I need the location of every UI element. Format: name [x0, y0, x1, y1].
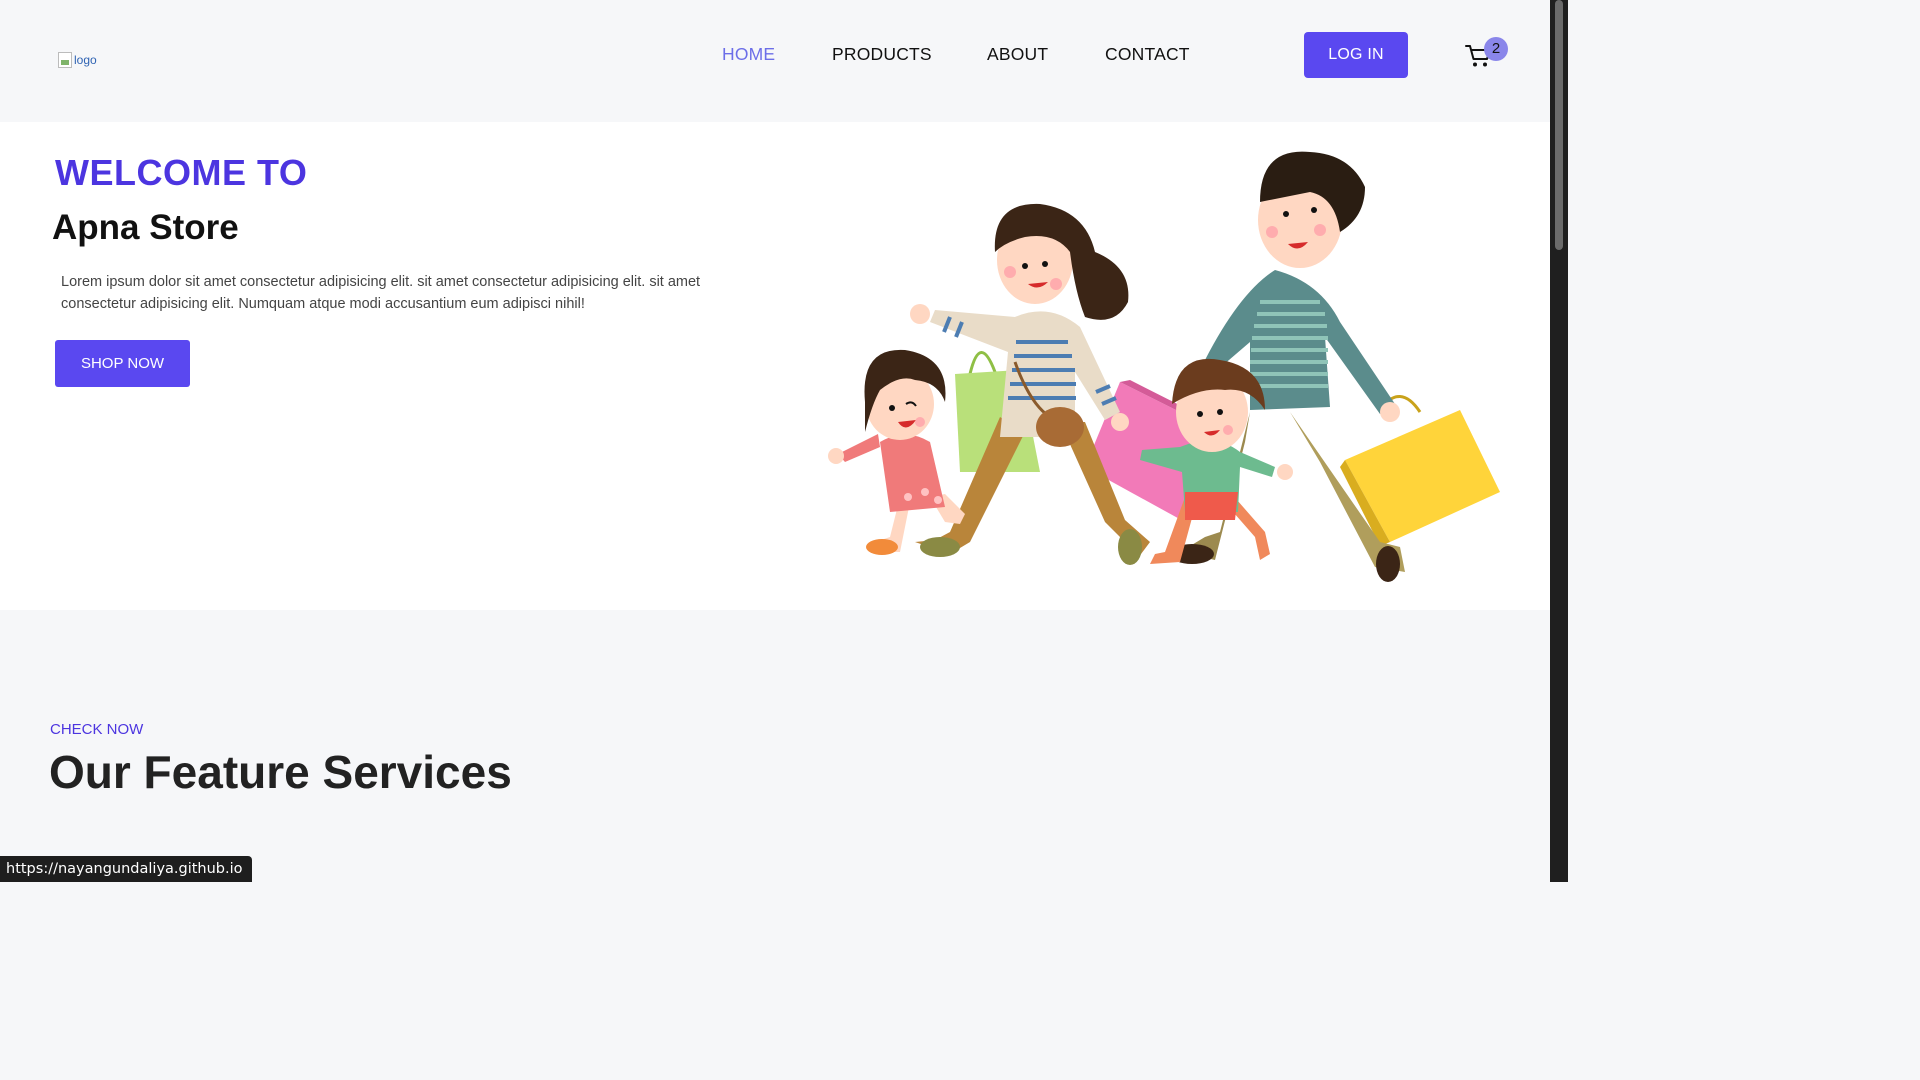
broken-image-icon — [58, 52, 72, 68]
logo[interactable]: logo — [58, 52, 97, 68]
store-name: Apna Store — [52, 208, 239, 247]
logo-alt-text: logo — [74, 53, 97, 67]
nav-contact[interactable]: CONTACT — [1105, 44, 1190, 65]
hero-section: WELCOME TO Apna Store Lorem ipsum dolor … — [0, 122, 1550, 610]
nav-products[interactable]: PRODUCTS — [832, 44, 932, 65]
family-shopping-illustration — [828, 151, 1500, 582]
scrollbar-thumb[interactable] — [1555, 0, 1563, 250]
features-title: Our Feature Services — [49, 746, 512, 798]
vertical-scrollbar[interactable] — [1550, 0, 1568, 882]
nav-about[interactable]: ABOUT — [987, 44, 1048, 65]
features-kicker: CHECK NOW — [50, 721, 144, 738]
nav-home[interactable]: HOME — [722, 44, 775, 65]
cart-count-badge: 2 — [1484, 37, 1508, 61]
status-bar-url: https://nayangundaliya.github.io — [0, 856, 252, 882]
hero-description: Lorem ipsum dolor sit amet consectetur a… — [61, 274, 701, 312]
site-header: logo HOME PRODUCTS ABOUT CONTACT LOG IN … — [0, 0, 1550, 122]
girl-figure — [828, 349, 965, 555]
shop-now-button[interactable]: SHOP NOW — [55, 340, 190, 387]
login-button[interactable]: LOG IN — [1304, 32, 1408, 78]
welcome-heading: WELCOME TO — [55, 152, 308, 193]
